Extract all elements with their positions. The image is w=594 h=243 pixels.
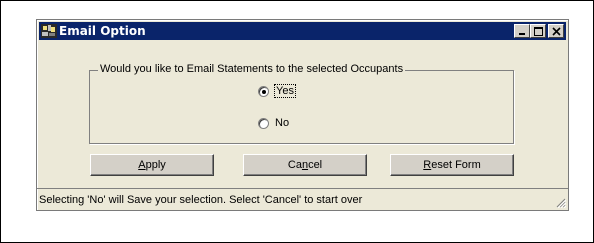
radio-no-button[interactable] — [258, 117, 269, 129]
radio-yes[interactable]: Yes — [258, 84, 296, 98]
window-title: Email Option — [59, 24, 146, 38]
reset-form-button[interactable]: Reset Form — [390, 154, 514, 176]
reset-form-label: Reset Form — [423, 159, 481, 171]
app-icon — [41, 24, 57, 38]
apply-button[interactable]: Apply — [90, 154, 214, 176]
cancel-button[interactable]: Cancel — [243, 154, 367, 176]
radio-no-label: No — [275, 117, 290, 129]
radio-yes-label: Yes — [274, 84, 296, 98]
title-bar[interactable]: Email Option — [39, 22, 566, 40]
status-bar: Selecting 'No' will Save your selection.… — [37, 188, 568, 210]
email-option-dialog: Email Option Would you like to Email Sta… — [36, 19, 569, 211]
resize-grip-icon[interactable] — [555, 197, 566, 208]
group-legend: Would you like to Email Statements to th… — [98, 63, 406, 75]
radio-yes-button[interactable] — [258, 85, 269, 97]
cancel-label: Cancel — [287, 159, 323, 171]
email-question-group: Would you like to Email Statements to th… — [89, 63, 514, 144]
close-button[interactable] — [548, 24, 564, 38]
maximize-icon — [534, 27, 543, 36]
maximize-button[interactable] — [530, 24, 546, 38]
minimize-button[interactable] — [514, 24, 530, 38]
radio-no[interactable]: No — [258, 117, 289, 129]
close-icon — [552, 27, 561, 36]
apply-label: Apply — [138, 159, 166, 171]
status-text: Selecting 'No' will Save your selection.… — [39, 193, 363, 206]
minimize-icon — [519, 33, 525, 35]
